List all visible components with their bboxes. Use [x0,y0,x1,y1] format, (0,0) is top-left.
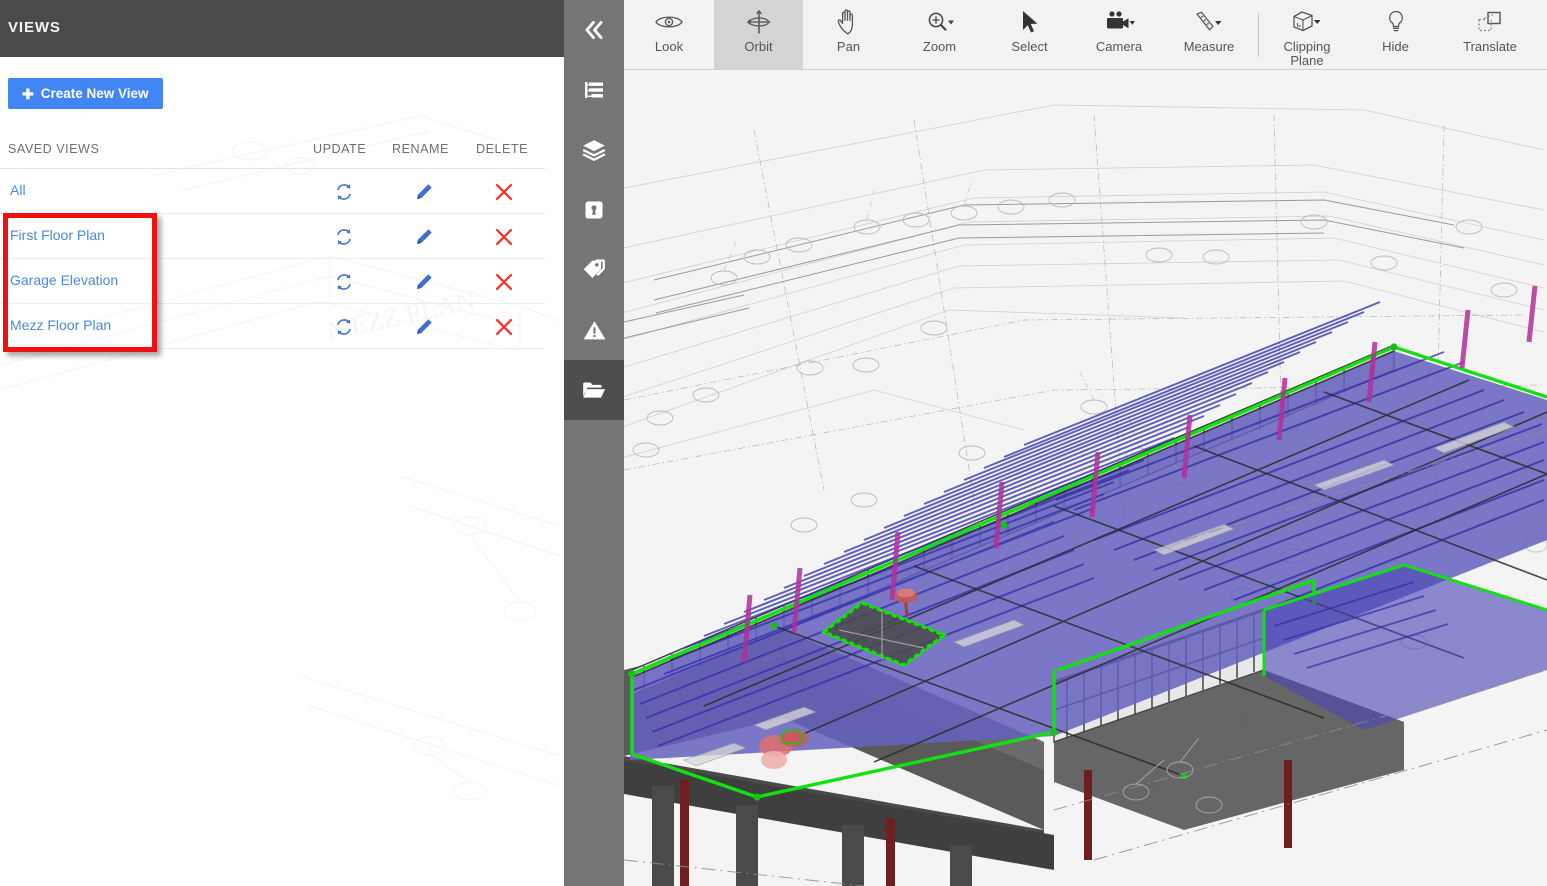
column-header-name: SAVED VIEWS [8,142,100,156]
saved-view-link[interactable]: Mezz Floor Plan [10,317,111,333]
hierarchy-tree-icon [585,82,603,98]
table-header-row: SAVED VIEWS UPDATE RENAME DELETE [0,135,545,169]
view-toolbar: Look Orbit Pan Zoom Select Camera Measur… [624,0,1547,70]
saved-view-link[interactable]: Garage Elevation [10,272,118,288]
tool-hide-label: Hide [1382,39,1409,54]
tool-measure[interactable]: Measure [1164,0,1254,69]
rail-item-issues[interactable] [564,300,624,360]
tool-translate-label: Translate [1463,39,1517,54]
tool-clipping-plane-label: Clipping Plane [1284,40,1331,68]
tool-rail [564,0,624,886]
rename-view-button[interactable] [396,169,452,214]
pencil-icon [417,183,432,199]
tool-pan[interactable]: Pan [803,0,894,69]
tool-orbit[interactable]: Orbit [714,0,803,69]
tool-clipping-plane[interactable]: Clipping Plane [1263,0,1351,69]
rename-view-button[interactable] [396,304,452,349]
video-camera-icon [1102,7,1136,37]
rail-item-properties[interactable] [564,180,624,240]
cursor-arrow-icon [1019,7,1041,37]
rail-item-tags[interactable] [564,240,624,300]
close-x-icon [495,318,513,335]
table-row[interactable]: Garage Elevation [0,259,545,304]
layers-icon [582,140,606,161]
lightbulb-icon [1385,7,1407,37]
plus-icon: ✚ [22,85,34,102]
tool-look-label: Look [654,39,684,54]
eye-icon [654,7,684,37]
ruler-icon [1192,7,1226,37]
update-view-button[interactable] [316,259,372,304]
toolbar-separator [1258,12,1259,57]
refresh-icon [337,183,351,200]
update-view-button[interactable] [316,304,372,349]
tool-look[interactable]: Look [624,0,714,69]
tool-pan-label: Pan [836,39,861,54]
tool-zoom[interactable]: Zoom [894,0,985,69]
magnifier-plus-icon [924,7,956,37]
cube-clip-icon [1290,7,1324,37]
tool-translate[interactable]: Translate [1440,0,1540,69]
bim-model-render: SLAB EDGE BEAM W21 DECK TYPE A GIRDER TY… [624,70,1547,886]
views-panel: MEZZ PLAN VIEWS ✚ Create New View SAVED … [0,0,564,886]
create-new-view-label: Create New View [40,86,149,101]
column-header-rename: RENAME [392,142,449,156]
collapse-panel-button[interactable] [564,0,624,60]
tool-camera[interactable]: Camera [1074,0,1164,69]
tool-measure-label: Measure [1183,39,1235,54]
table-row[interactable]: All [0,169,545,214]
table-row[interactable]: Mezz Floor Plan [0,304,545,349]
tool-zoom-label: Zoom [922,39,957,54]
create-new-view-button[interactable]: ✚ Create New View [8,78,163,109]
refresh-icon [337,273,351,290]
pencil-icon [417,228,432,244]
page-title: VIEWS [8,19,61,36]
tool-orbit-label: Orbit [744,39,773,54]
delete-view-button[interactable] [476,259,532,304]
rename-view-button[interactable] [396,214,452,259]
delete-view-button[interactable] [476,214,532,259]
panel-header: VIEWS [0,0,564,57]
clipping-line2: Plane [1290,53,1324,68]
saved-view-link[interactable]: All [10,182,26,198]
pencil-icon [417,273,432,289]
close-x-icon [495,273,513,290]
tool-camera-label: Camera [1095,39,1143,54]
properties-lock-icon [585,201,603,219]
warning-triangle-icon [583,320,605,339]
tool-hide[interactable]: Hide [1351,0,1440,69]
orbit-icon [744,7,774,37]
close-x-icon [495,228,513,245]
rail-item-views[interactable] [564,360,624,420]
folder-open-icon [583,382,606,398]
tool-select-label: Select [1011,39,1048,54]
column-header-delete: DELETE [476,142,528,156]
delete-view-button[interactable] [476,169,532,214]
pencil-icon [417,318,432,334]
rail-item-hierarchy[interactable] [564,60,624,120]
tool-select[interactable]: Select [985,0,1074,69]
model-viewport-3d[interactable]: SLAB EDGE BEAM W21 DECK TYPE A GIRDER TY… [624,70,1547,886]
hand-icon [836,7,862,37]
update-view-button[interactable] [316,214,372,259]
table-row[interactable]: First Floor Plan [0,214,545,259]
close-x-icon [495,183,513,200]
tags-icon [583,259,605,278]
saved-views-table: SAVED VIEWS UPDATE RENAME DELETE All Fir… [0,135,545,349]
refresh-icon [337,318,351,335]
chevron-double-left-icon [585,21,603,39]
rail-item-layers[interactable] [564,120,624,180]
rename-view-button[interactable] [396,259,452,304]
move-object-icon [1475,7,1505,37]
saved-view-link[interactable]: First Floor Plan [10,227,105,243]
column-header-update: UPDATE [313,142,367,156]
delete-view-button[interactable] [476,304,532,349]
clipping-line1: Clipping [1283,39,1331,54]
refresh-icon [337,228,351,245]
update-view-button[interactable] [316,169,372,214]
